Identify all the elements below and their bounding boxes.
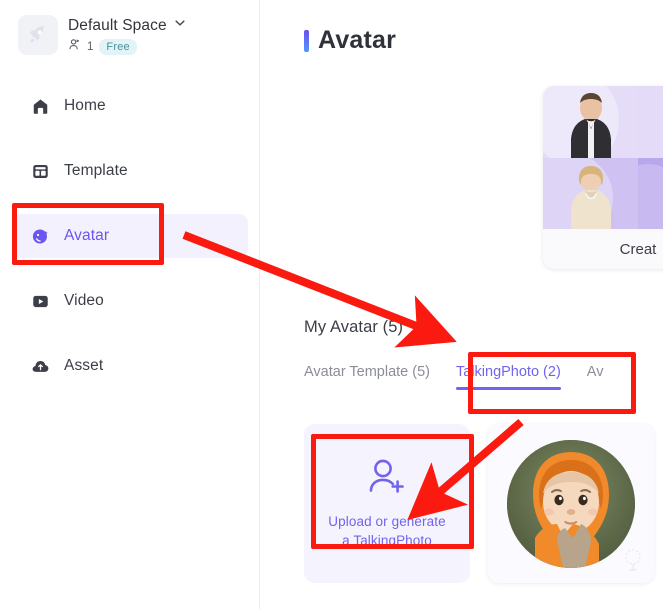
sidebar-item-template[interactable]: Template <box>12 149 248 193</box>
tab-avatar-overflow[interactable]: Av <box>587 364 604 390</box>
rocket-icon <box>18 15 58 55</box>
plan-badge: Free <box>99 39 137 55</box>
tab-avatar-template[interactable]: Avatar Template (5) <box>304 364 430 390</box>
page-title: Avatar <box>318 26 397 54</box>
page-header: Avatar <box>261 0 663 55</box>
my-avatar-heading: My Avatar (5) <box>304 318 404 336</box>
upload-talkingphoto-card[interactable]: Upload or generate a TalkingPhoto <box>304 424 470 583</box>
sidebar-item-label: Asset <box>64 357 104 374</box>
title-accent-bar <box>304 29 309 52</box>
sidebar-item-label: Avatar <box>64 227 110 244</box>
upload-card-line2: a TalkingPhoto <box>342 533 432 548</box>
sidebar-item-label: Template <box>64 162 128 179</box>
create-card-label: Creat <box>619 240 657 258</box>
space-switcher[interactable]: Default Space 1 Free <box>0 0 259 56</box>
avatar-card-row: Upload or generate a TalkingPhoto <box>304 424 654 583</box>
avatar-tabs: Avatar Template (5) TalkingPhoto (2) Av <box>304 364 603 390</box>
space-name: Default Space <box>68 16 167 34</box>
home-icon <box>30 96 50 116</box>
sidebar-item-asset[interactable]: Asset <box>12 344 248 388</box>
create-avatar-card[interactable]: Creat <box>543 86 663 269</box>
talkingphoto-avatar-image <box>507 439 635 568</box>
space-name-row[interactable]: Default Space <box>68 16 187 35</box>
app-root: Default Space 1 Free Home Template Avata… <box>0 0 663 609</box>
avatar-preview-grid <box>543 86 663 229</box>
avatar-thumb <box>638 86 663 158</box>
talkingphoto-card[interactable] <box>488 424 654 583</box>
main-content: Avatar Creat My Avatar (5) Avatar Templa… <box>261 0 663 609</box>
member-count: 1 <box>87 41 94 53</box>
space-subtitle: 1 Free <box>68 38 187 56</box>
avatar-thumb <box>543 157 638 229</box>
watermark-icon <box>618 544 648 579</box>
sidebar-nav: Home Template Avatar Video Asset <box>0 84 260 409</box>
video-icon <box>30 291 50 311</box>
avatar-thumb <box>543 86 638 158</box>
chevron-down-icon[interactable] <box>173 16 187 35</box>
template-icon <box>30 161 50 181</box>
sidebar: Default Space 1 Free Home Template Avata… <box>0 0 260 609</box>
sidebar-item-label: Home <box>64 97 106 114</box>
space-meta: Default Space 1 Free <box>68 14 187 56</box>
upload-card-text: Upload or generate a TalkingPhoto <box>328 512 445 550</box>
sidebar-item-avatar[interactable]: Avatar <box>12 214 248 258</box>
member-icon <box>68 38 81 56</box>
upload-card-line1: Upload or generate <box>328 513 446 529</box>
avatar-icon <box>30 226 50 246</box>
sidebar-item-video[interactable]: Video <box>12 279 248 323</box>
avatar-thumb <box>638 157 663 229</box>
user-plus-icon <box>364 457 410 502</box>
sidebar-item-home[interactable]: Home <box>12 84 248 128</box>
cloud-upload-icon <box>30 356 50 376</box>
sidebar-item-label: Video <box>64 292 104 309</box>
tab-talkingphoto[interactable]: TalkingPhoto (2) <box>456 364 561 390</box>
